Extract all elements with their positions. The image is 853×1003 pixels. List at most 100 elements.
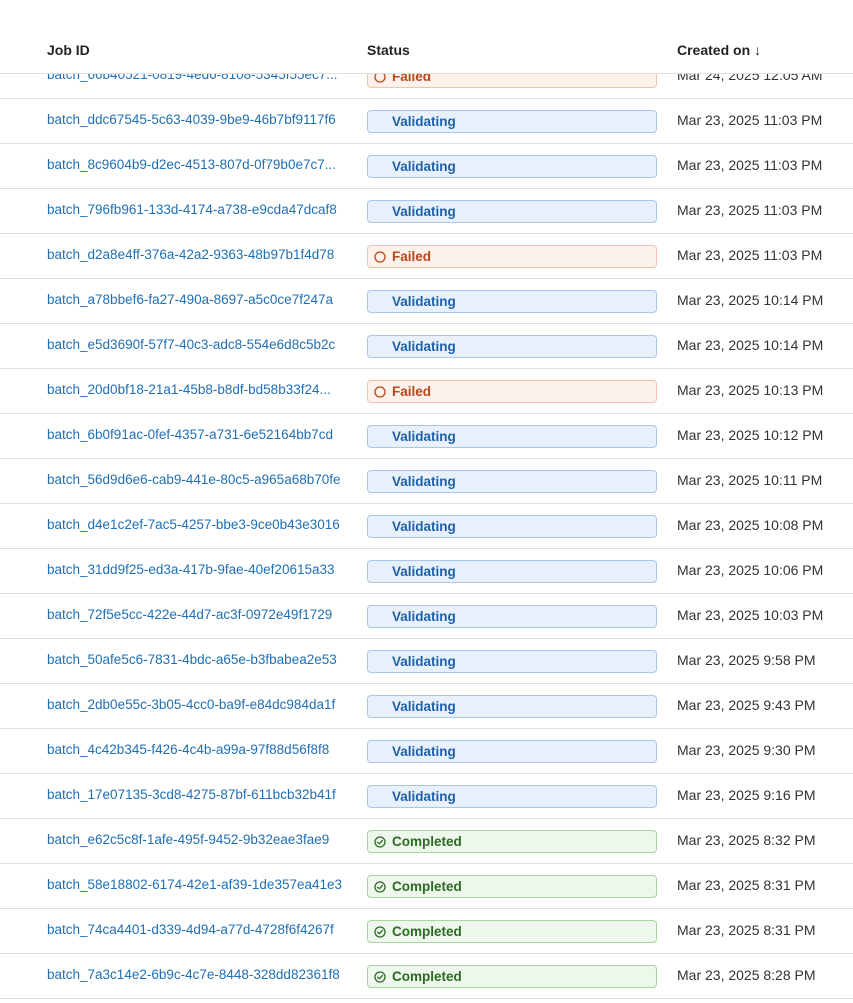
status-label: Validating	[392, 519, 456, 534]
status-label: Validating	[392, 159, 456, 174]
status-label: Completed	[392, 834, 462, 849]
status-badge: Validating	[367, 650, 657, 673]
created-on-date: Mar 23, 2025 11:03 PM	[677, 247, 823, 263]
table-row[interactable]: batch_74ca4401-d339-4d94-a77d-4728f6f426…	[0, 909, 853, 954]
status-label: Validating	[392, 339, 456, 354]
status-label: Validating	[392, 699, 456, 714]
status-badge: Validating	[367, 425, 657, 448]
job-id-link[interactable]: batch_d2a8e4ff-376a-42a2-9363-48b97b1f4d…	[47, 247, 347, 262]
table-row[interactable]: batch_31dd9f25-ed3a-417b-9fae-40ef20615a…	[0, 549, 853, 594]
job-id-link[interactable]: batch_56d9d6e6-cab9-441e-80c5-a965a68b70…	[47, 472, 347, 487]
status-label: Validating	[392, 294, 456, 309]
created-on-date: Mar 23, 2025 9:43 PM	[677, 697, 816, 713]
column-header-status[interactable]: Status	[367, 42, 410, 58]
column-header-created-on[interactable]: Created on ↓	[677, 42, 761, 58]
created-on-date: Mar 23, 2025 10:14 PM	[677, 292, 824, 308]
column-header-job-id[interactable]: Job ID	[47, 42, 90, 58]
check-circle-icon	[374, 835, 386, 848]
table-row[interactable]: batch_58e18802-6174-42e1-af39-1de357ea41…	[0, 864, 853, 909]
created-on-date: Mar 23, 2025 10:06 PM	[677, 562, 824, 578]
table-row[interactable]: batch_d2a8e4ff-376a-42a2-9363-48b97b1f4d…	[0, 234, 853, 279]
status-label: Completed	[392, 879, 462, 894]
job-id-link[interactable]: batch_e62c5c8f-1afe-495f-9452-9b32eae3fa…	[47, 832, 347, 847]
table-row[interactable]: batch_72f5e5cc-422e-44d7-ac3f-0972e49f17…	[0, 594, 853, 639]
table-row[interactable]: batch_6b0f91ac-0fef-4357-a731-6e52164bb7…	[0, 414, 853, 459]
status-badge: Validating	[367, 335, 657, 358]
table-row[interactable]: batch_796fb961-133d-4174-a738-e9cda47dca…	[0, 189, 853, 234]
created-on-date: Mar 23, 2025 8:31 PM	[677, 922, 816, 938]
circle-outline-icon	[374, 250, 386, 263]
status-label: Validating	[392, 114, 456, 129]
status-label: Validating	[392, 564, 456, 579]
created-on-date: Mar 23, 2025 11:03 PM	[677, 157, 823, 173]
table-row[interactable]: batch_7a3c14e2-6b9c-4c7e-8448-328dd82361…	[0, 954, 853, 999]
table-row[interactable]: batch_ddc67545-5c63-4039-9be9-46b7bf9117…	[0, 99, 853, 144]
created-on-date: Mar 23, 2025 10:03 PM	[677, 607, 824, 623]
job-id-link[interactable]: batch_50afe5c6-7831-4bdc-a65e-b3fbabea2e…	[47, 652, 347, 667]
job-id-link[interactable]: batch_796fb961-133d-4174-a738-e9cda47dca…	[47, 202, 347, 217]
created-on-date: Mar 23, 2025 8:31 PM	[677, 877, 816, 893]
job-id-link[interactable]: batch_20d0bf18-21a1-45b8-b8df-bd58b33f24…	[47, 382, 347, 397]
table-row[interactable]: batch_d4e1c2ef-7ac5-4257-bbe3-9ce0b43e30…	[0, 504, 853, 549]
table-row[interactable]: batch_e62c5c8f-1afe-495f-9452-9b32eae3fa…	[0, 819, 853, 864]
table-row[interactable]: batch_2db0e55c-3b05-4cc0-ba9f-e84dc984da…	[0, 684, 853, 729]
created-on-date: Mar 23, 2025 10:12 PM	[677, 427, 824, 443]
job-id-link[interactable]: batch_2db0e55c-3b05-4cc0-ba9f-e84dc984da…	[47, 697, 347, 712]
table-row[interactable]: batch_8c9604b9-d2ec-4513-807d-0f79b0e7c7…	[0, 144, 853, 189]
created-on-date: Mar 23, 2025 9:16 PM	[677, 787, 816, 803]
table-row[interactable]: batch_17e07135-3cd8-4275-87bf-611bcb32b4…	[0, 774, 853, 819]
status-badge: Completed	[367, 875, 657, 898]
status-label: Validating	[392, 789, 456, 804]
created-on-date: Mar 23, 2025 9:30 PM	[677, 742, 816, 758]
table-row[interactable]: batch_e5d3690f-57f7-40c3-adc8-554e6d8c5b…	[0, 324, 853, 369]
table-row[interactable]: batch_20d0bf18-21a1-45b8-b8df-bd58b33f24…	[0, 369, 853, 414]
circle-outline-icon	[374, 385, 386, 398]
created-on-date: Mar 23, 2025 11:03 PM	[677, 112, 823, 128]
created-on-date: Mar 23, 2025 10:13 PM	[677, 382, 824, 398]
job-id-link[interactable]: batch_17e07135-3cd8-4275-87bf-611bcb32b4…	[47, 787, 347, 802]
status-label: Validating	[392, 204, 456, 219]
table-header: Job ID Status Created on ↓	[0, 0, 853, 74]
job-id-link[interactable]: batch_31dd9f25-ed3a-417b-9fae-40ef20615a…	[47, 562, 347, 577]
table-row[interactable]: batch_a78bbef6-fa27-490a-8697-a5c0ce7f24…	[0, 279, 853, 324]
column-header-created-on-label: Created on	[677, 42, 751, 58]
table-row[interactable]: batch_50afe5c6-7831-4bdc-a65e-b3fbabea2e…	[0, 639, 853, 684]
job-id-link[interactable]: batch_a78bbef6-fa27-490a-8697-a5c0ce7f24…	[47, 292, 347, 307]
status-badge: Completed	[367, 965, 657, 988]
job-id-link[interactable]: batch_ddc67545-5c63-4039-9be9-46b7bf9117…	[47, 112, 347, 127]
created-on-date: Mar 23, 2025 11:03 PM	[677, 202, 823, 218]
status-badge: Validating	[367, 470, 657, 493]
table-row[interactable]: batch_4c42b345-f426-4c4b-a99a-97f88d56f8…	[0, 729, 853, 774]
job-id-link[interactable]: batch_8c9604b9-d2ec-4513-807d-0f79b0e7c7…	[47, 157, 347, 172]
status-label: Validating	[392, 474, 456, 489]
status-badge: Failed	[367, 245, 657, 268]
status-badge: Validating	[367, 740, 657, 763]
status-label: Validating	[392, 609, 456, 624]
job-id-link[interactable]: batch_58e18802-6174-42e1-af39-1de357ea41…	[47, 877, 347, 892]
created-on-date: Mar 23, 2025 9:58 PM	[677, 652, 816, 668]
status-badge: Validating	[367, 560, 657, 583]
check-circle-icon	[374, 970, 386, 983]
status-label: Failed	[392, 249, 432, 264]
status-badge: Validating	[367, 110, 657, 133]
status-badge: Validating	[367, 605, 657, 628]
sort-descending-icon: ↓	[754, 42, 762, 58]
status-badge: Validating	[367, 200, 657, 223]
job-id-link[interactable]: batch_7a3c14e2-6b9c-4c7e-8448-328dd82361…	[47, 967, 347, 982]
job-id-link[interactable]: batch_74ca4401-d339-4d94-a77d-4728f6f426…	[47, 922, 347, 937]
status-label: Validating	[392, 429, 456, 444]
status-label: Completed	[392, 924, 462, 939]
status-label: Failed	[392, 384, 432, 399]
job-id-link[interactable]: batch_72f5e5cc-422e-44d7-ac3f-0972e49f17…	[47, 607, 347, 622]
job-id-link[interactable]: batch_6b0f91ac-0fef-4357-a731-6e52164bb7…	[47, 427, 347, 442]
created-on-date: Mar 23, 2025 10:11 PM	[677, 472, 823, 488]
job-id-link[interactable]: batch_d4e1c2ef-7ac5-4257-bbe3-9ce0b43e30…	[47, 517, 347, 532]
created-on-date: Mar 23, 2025 8:28 PM	[677, 967, 816, 983]
table-row[interactable]: batch_56d9d6e6-cab9-441e-80c5-a965a68b70…	[0, 459, 853, 504]
job-id-link[interactable]: batch_4c42b345-f426-4c4b-a99a-97f88d56f8…	[47, 742, 347, 757]
status-label: Validating	[392, 654, 456, 669]
check-circle-icon	[374, 880, 386, 893]
created-on-date: Mar 23, 2025 10:14 PM	[677, 337, 824, 353]
job-id-link[interactable]: batch_e5d3690f-57f7-40c3-adc8-554e6d8c5b…	[47, 337, 347, 352]
batch-jobs-table: Job ID Status Created on ↓ batch_66b40521…	[0, 0, 853, 1003]
